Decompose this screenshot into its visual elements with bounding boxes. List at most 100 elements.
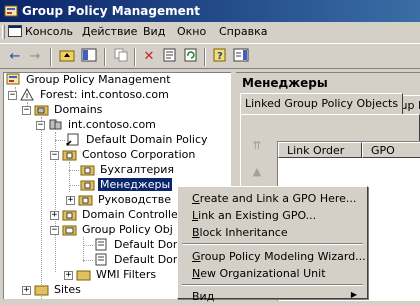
menu-item-new-ou[interactable]: New Organizational Unit xyxy=(180,265,365,282)
tree-item-label: Contoso Corporation xyxy=(82,148,196,161)
tree-item-label: Руководстве xyxy=(98,193,172,206)
menu-action[interactable]: Действие xyxy=(82,22,137,42)
copy-icon[interactable] xyxy=(112,48,130,66)
refresh-icon[interactable] xyxy=(182,48,200,66)
forward-icon[interactable]: → xyxy=(26,48,44,66)
domain-icon xyxy=(49,119,62,130)
menu-item-block-inheritance[interactable]: Block Inheritance xyxy=(180,224,365,241)
forest-icon xyxy=(20,88,34,101)
tab-linked-gpos[interactable]: Linked Group Policy Objects xyxy=(240,93,404,114)
tree-item-root[interactable]: Group Policy Management xyxy=(6,73,173,88)
tree-item-domains[interactable]: − Domains xyxy=(22,103,104,118)
details-header: Менеджеры xyxy=(236,73,420,93)
menu-item-label: reate and Link a GPO Here... xyxy=(199,192,357,205)
tree-item-label: WMI Filters xyxy=(96,268,157,281)
tree-connector xyxy=(83,245,93,246)
title-bar: Group Policy Management xyxy=(0,0,420,22)
gpo-link-icon xyxy=(66,133,79,146)
tree-item-wmi-filters[interactable]: + WMI Filters xyxy=(64,268,158,283)
toolbar-separator xyxy=(104,48,106,66)
toolbar-separator xyxy=(204,48,206,66)
tree-item-sites[interactable]: + Sites xyxy=(22,283,83,298)
menu-item-gp-modeling-wizard[interactable]: Group Policy Modeling Wizard... xyxy=(180,248,366,265)
menu-console[interactable]: Консоль xyxy=(8,22,73,42)
move-up-icon[interactable]: ▲ xyxy=(249,165,265,181)
tree-item-gpo-default-2[interactable]: Default Dom xyxy=(94,253,186,268)
tree-item-label: Group Policy Obj xyxy=(82,223,173,236)
tree-connector xyxy=(83,237,84,262)
tree-item-label: Менеджеры xyxy=(96,177,174,192)
gpo-icon xyxy=(95,238,107,251)
group-policy-management-icon xyxy=(6,73,20,85)
expand-toggle[interactable]: + xyxy=(22,286,31,295)
menu-help[interactable]: Справка xyxy=(219,22,267,42)
ou-folder-icon xyxy=(78,195,93,206)
tree-item-label: Group Policy Management xyxy=(26,73,171,86)
domains-folder-icon xyxy=(34,105,49,116)
move-top-icon[interactable]: ⇈ xyxy=(249,139,265,155)
expand-toggle[interactable]: + xyxy=(50,211,59,220)
tree-item-gpo-objects[interactable]: − Group Policy Obj xyxy=(50,223,175,238)
tree-item-label: int.contoso.com xyxy=(68,118,156,131)
tree-connector xyxy=(69,185,79,186)
group-policy-app-icon[interactable] xyxy=(4,4,18,18)
tree-item-label: Default Dom xyxy=(114,253,184,266)
menu-item-view[interactable]: Вид ▶ xyxy=(180,288,365,305)
menu-window-label: Окно xyxy=(177,25,207,38)
details-title: Менеджеры xyxy=(242,76,328,90)
help-icon[interactable]: ? xyxy=(211,48,229,66)
tree-item-label: Sites xyxy=(54,283,81,296)
show-hide-tree-icon[interactable] xyxy=(80,48,98,66)
expand-toggle[interactable]: + xyxy=(64,271,73,280)
column-header-label: Link Order xyxy=(287,144,345,157)
menu-window[interactable]: Окно xyxy=(177,22,206,42)
tree-item-forest[interactable]: − Forest: int.contoso.com xyxy=(8,88,171,103)
tree-item-ou-managers[interactable]: Менеджеры xyxy=(80,177,174,193)
tree-item-ou-accounting[interactable]: Бухгалтерия xyxy=(80,163,176,178)
tree-item-domain[interactable]: − int.contoso.com xyxy=(36,118,158,133)
up-folder-icon[interactable] xyxy=(58,48,76,66)
menu-bar: Консоль Действие Вид Окно Справка xyxy=(0,22,420,42)
collapse-toggle[interactable]: − xyxy=(36,121,45,130)
submenu-arrow-icon: ▶ xyxy=(350,290,357,299)
tree-item-gpo-default-1[interactable]: Default Dom xyxy=(94,238,186,253)
console-icon xyxy=(8,25,22,37)
expand-toggle[interactable]: + xyxy=(66,196,75,205)
collapse-toggle[interactable]: − xyxy=(8,91,17,100)
properties-icon[interactable] xyxy=(161,48,179,66)
action-pane-icon[interactable] xyxy=(232,48,250,66)
tree-item-domain-controllers[interactable]: + Domain Controlle xyxy=(50,208,180,223)
delete-icon[interactable]: ✕ xyxy=(140,48,158,66)
column-header-link-order[interactable]: Link Order xyxy=(278,142,362,158)
accelerator-key: G xyxy=(192,250,201,263)
ou-folder-icon xyxy=(80,165,95,176)
column-header-gpo[interactable]: GPO xyxy=(362,142,420,158)
tree-item-ou-leadership[interactable]: + Руководстве xyxy=(66,193,173,208)
collapse-toggle[interactable]: − xyxy=(22,106,31,115)
menu-item-label: lock Inheritance xyxy=(199,226,288,239)
ou-folder-icon xyxy=(80,180,95,191)
tree-item-ou-corp[interactable]: − Contoso Corporation xyxy=(50,148,197,163)
context-menu: Create and Link a GPO Here... Link an Ex… xyxy=(177,186,368,303)
tree-item-label: Бухгалтерия xyxy=(100,163,175,176)
menu-view[interactable]: Вид xyxy=(143,22,165,42)
menu-item-create-and-link-gpo[interactable]: Create and Link a GPO Here... xyxy=(180,190,365,207)
collapse-toggle[interactable]: − xyxy=(50,151,59,160)
tree-item-label: Forest: int.contoso.com xyxy=(40,88,169,101)
accelerator-key: B xyxy=(192,226,200,239)
menu-action-label: Действие xyxy=(82,25,138,38)
menu-item-label: ew Organizational Unit xyxy=(200,267,326,280)
tree-connector xyxy=(69,162,70,192)
svg-text:?: ? xyxy=(217,51,223,62)
wmi-filters-folder-icon xyxy=(76,270,91,281)
menu-item-link-existing-gpo[interactable]: Link an Existing GPO... xyxy=(180,207,365,224)
back-icon[interactable]: ← xyxy=(6,48,24,66)
tree-item-default-domain-policy[interactable]: Default Domain Policy xyxy=(66,133,210,148)
menu-separator xyxy=(182,284,363,286)
window-title: Group Policy Management xyxy=(22,4,201,18)
tab-label: Linked Group Policy Objects xyxy=(245,97,399,110)
tree-connector xyxy=(41,117,42,299)
tree-item-label: Default Dom xyxy=(114,238,184,251)
collapse-toggle[interactable]: − xyxy=(50,226,59,235)
menu-grip[interactable] xyxy=(2,25,5,39)
